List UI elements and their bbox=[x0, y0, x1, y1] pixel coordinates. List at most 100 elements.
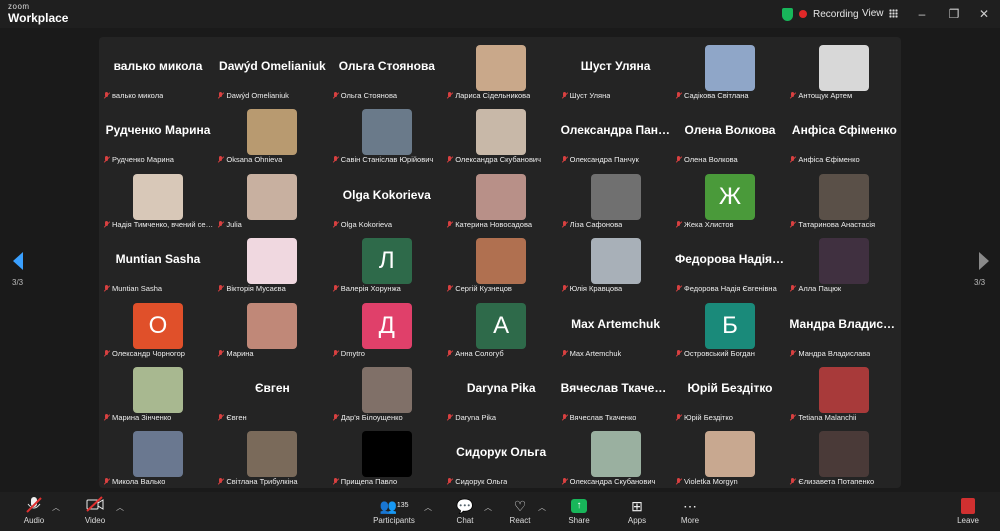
participant-name: Жека Хлистов bbox=[684, 219, 734, 229]
participant-tile[interactable]: Julia bbox=[215, 169, 329, 233]
participant-tile[interactable]: Daryna Pika Daryna Pika bbox=[444, 362, 558, 426]
restore-icon[interactable]: ❐ bbox=[946, 6, 962, 22]
participant-tile[interactable]: Б Островський Богдан bbox=[673, 298, 787, 362]
participant-tile[interactable]: Дар'я Білоущенко bbox=[330, 362, 444, 426]
participant-photo bbox=[247, 238, 298, 285]
participant-tile[interactable]: Вячеслав Ткаченко Вячеслав Ткаченко bbox=[559, 362, 673, 426]
participant-tile[interactable]: Єлизавета Потапенко bbox=[787, 426, 901, 490]
participant-tile[interactable]: О Олександр Чорногор bbox=[101, 298, 215, 362]
participant-tile[interactable]: Алла Пацюк bbox=[787, 233, 901, 297]
muted-mic-icon bbox=[675, 413, 682, 422]
muted-mic-icon bbox=[446, 155, 453, 164]
video-button[interactable]: Video bbox=[80, 496, 110, 525]
participant-tile[interactable]: Олександра Скубанович bbox=[444, 104, 558, 168]
chat-chevron-icon[interactable]: ︿ bbox=[484, 502, 492, 513]
participant-name: Марина bbox=[226, 348, 254, 358]
participant-tile[interactable]: Ліза Сафонова bbox=[559, 169, 673, 233]
participant-display-name: валько микола bbox=[113, 59, 203, 73]
react-chevron-icon[interactable]: ︿ bbox=[538, 502, 546, 513]
participant-tile[interactable]: Савін Станіслав Юрійович bbox=[330, 104, 444, 168]
participant-tile[interactable]: А Анна Сологуб bbox=[444, 298, 558, 362]
participant-tile[interactable]: Сергій Кузнецов bbox=[444, 233, 558, 297]
participant-tile[interactable]: Марина Зінченко bbox=[101, 362, 215, 426]
share-button[interactable]: ↑ Share bbox=[564, 496, 594, 525]
participant-tile[interactable]: Федорова Надія Євгенівна Федорова Надія Є… bbox=[673, 233, 787, 297]
participant-tile[interactable]: Олександра Скубанович bbox=[559, 426, 673, 490]
more-label: More bbox=[680, 516, 700, 525]
audio-options-chevron-icon[interactable]: ︿ bbox=[52, 502, 60, 513]
participant-tile[interactable]: Юлія Кравцова bbox=[559, 233, 673, 297]
heart-icon: ♡ bbox=[513, 498, 527, 514]
participant-tile[interactable]: Max Artemchuk Max Artemchuk bbox=[559, 298, 673, 362]
participant-tile[interactable]: Прищепа Павло bbox=[330, 426, 444, 490]
video-options-chevron-icon[interactable]: ︿ bbox=[116, 502, 124, 513]
participant-tile[interactable]: Violetka Morgyn bbox=[673, 426, 787, 490]
participant-tile[interactable]: Олександра Панчук Олександра Панчук bbox=[559, 104, 673, 168]
muted-mic-icon bbox=[789, 284, 796, 293]
participant-tile[interactable]: Ольга Стоянова Ольга Стоянова bbox=[330, 40, 444, 104]
participant-name-label: Oksana Ohnieva bbox=[217, 155, 329, 164]
participant-tile[interactable]: Вікторія Мусаєва bbox=[215, 233, 329, 297]
participant-tile[interactable]: Світлана Трибулкіна bbox=[215, 426, 329, 490]
participants-chevron-icon[interactable]: ︿ bbox=[424, 502, 432, 513]
participant-name: Ліза Сафонова bbox=[569, 219, 623, 229]
more-button[interactable]: ⋯ More bbox=[676, 496, 704, 525]
participant-tile[interactable]: Микола Валько bbox=[101, 426, 215, 490]
participant-tile[interactable]: Ж Жека Хлистов bbox=[673, 169, 787, 233]
video-off-icon bbox=[80, 496, 110, 516]
muted-mic-icon bbox=[675, 349, 682, 358]
participant-tile[interactable]: Юрій Бездітко Юрій Бездітко bbox=[673, 362, 787, 426]
muted-mic-icon bbox=[103, 91, 110, 100]
participant-tile[interactable]: Muntian Sasha Muntian Sasha bbox=[101, 233, 215, 297]
recording-indicator[interactable]: Recording bbox=[782, 6, 859, 22]
participant-tile[interactable]: валько микола валько микола bbox=[101, 40, 215, 104]
participant-tile[interactable]: Татаринова Анастасія bbox=[787, 169, 901, 233]
muted-mic-icon bbox=[675, 91, 682, 100]
audio-button[interactable]: Audio bbox=[18, 496, 50, 525]
participant-tile[interactable]: Анфіса Єфіменко Анфіса Єфіменко bbox=[787, 104, 901, 168]
participant-tile[interactable]: Мандра Владислава Мандра Владислава bbox=[787, 298, 901, 362]
participant-tile[interactable]: Olga Kokorieva Olga Kokorieva bbox=[330, 169, 444, 233]
chat-button[interactable]: 💬 Chat bbox=[452, 496, 478, 525]
zoom-logo: zoom Workplace bbox=[8, 3, 68, 25]
participant-name: Шуст Уляна bbox=[569, 91, 611, 100]
page-indicator-left: 3/3 bbox=[12, 278, 24, 287]
participant-tile[interactable]: Д Dmytro bbox=[330, 298, 444, 362]
participant-tile[interactable]: Tetiana Malanchii bbox=[787, 362, 901, 426]
participant-name: Надія Тимченко, вчений секретар bbox=[112, 219, 215, 229]
participant-tile[interactable]: Рудченко Марина Рудченко Марина bbox=[101, 104, 215, 168]
participant-name: Олександра Скубанович bbox=[455, 155, 542, 165]
previous-page-button[interactable] bbox=[10, 250, 30, 274]
muted-mic-icon bbox=[561, 284, 568, 293]
participant-name-label: Muntian Sasha bbox=[103, 284, 215, 293]
share-screen-icon: ↑ bbox=[571, 499, 587, 513]
participant-name-label: валько микола bbox=[103, 91, 215, 100]
participants-button[interactable]: 👥135 Participants bbox=[370, 496, 418, 525]
participant-tile[interactable]: Dawýd Omelianiuk Dawýd Omelianiuk bbox=[215, 40, 329, 104]
participant-name-label: Федорова Надія Євгенівна bbox=[675, 284, 787, 293]
react-button[interactable]: ♡ React bbox=[506, 496, 534, 525]
participant-name-label: Надія Тимченко, вчений секретар bbox=[103, 220, 215, 229]
minimize-icon[interactable]: – bbox=[914, 6, 930, 22]
participant-tile[interactable]: Катерина Новосадова bbox=[444, 169, 558, 233]
participant-tile[interactable]: Євген Євген bbox=[215, 362, 329, 426]
muted-mic-icon bbox=[446, 220, 453, 229]
participant-tile[interactable]: Л Валерія Хорунжа bbox=[330, 233, 444, 297]
participant-tile[interactable]: Надія Тимченко, вчений секретар bbox=[101, 169, 215, 233]
muted-mic-icon bbox=[332, 220, 339, 229]
next-page-button[interactable] bbox=[972, 250, 992, 274]
participant-tile[interactable]: Лариса Сідельникова bbox=[444, 40, 558, 104]
participant-tile[interactable]: Антощук Артем bbox=[787, 40, 901, 104]
leave-button[interactable]: Leave bbox=[954, 496, 982, 525]
encryption-shield-icon[interactable] bbox=[782, 7, 793, 21]
participant-tile[interactable]: Oksana Ohnieva bbox=[215, 104, 329, 168]
participant-tile[interactable]: Сидорук Ольга Сидорук Ольга bbox=[444, 426, 558, 490]
participant-tile[interactable]: Олена Волкова Олена Волкова bbox=[673, 104, 787, 168]
apps-button[interactable]: ⊞ Apps bbox=[622, 496, 652, 525]
participant-name-label: Dmytro bbox=[332, 349, 444, 358]
view-button[interactable]: View bbox=[862, 8, 898, 19]
participant-tile[interactable]: Садікова Світлана bbox=[673, 40, 787, 104]
participant-tile[interactable]: Шуст Уляна Шуст Уляна bbox=[559, 40, 673, 104]
close-icon[interactable]: ✕ bbox=[976, 6, 992, 22]
participant-tile[interactable]: Марина bbox=[215, 298, 329, 362]
